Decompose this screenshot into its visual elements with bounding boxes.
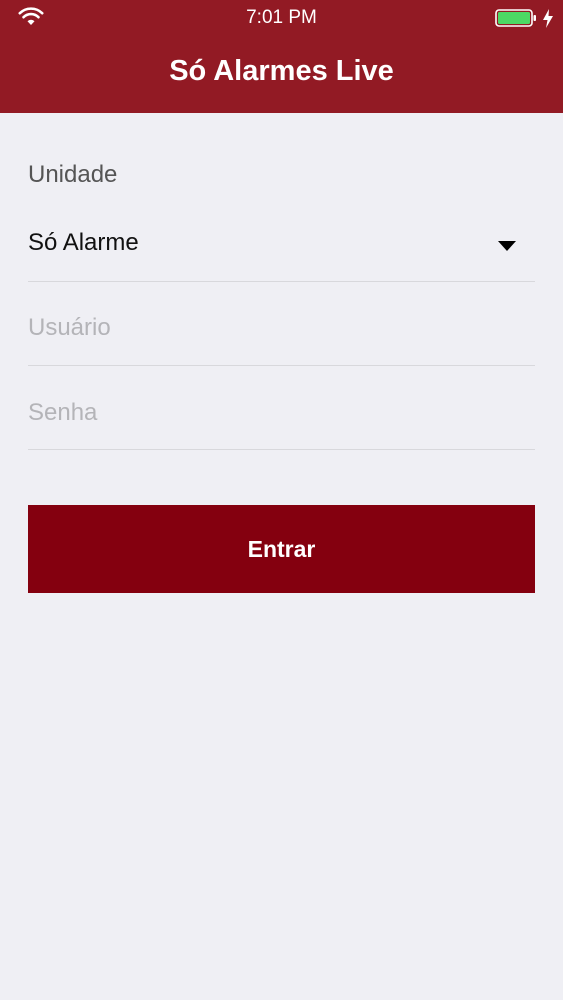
divider bbox=[28, 365, 535, 366]
divider bbox=[28, 449, 535, 450]
unit-select[interactable]: Só Alarme bbox=[28, 209, 535, 281]
divider bbox=[28, 281, 535, 282]
caret-down-icon bbox=[498, 241, 516, 251]
app-header: 7:01 PM Só Alarmes Live bbox=[0, 0, 563, 113]
status-time: 7:01 PM bbox=[246, 7, 317, 28]
username-input[interactable] bbox=[28, 298, 535, 358]
status-bar: 7:01 PM bbox=[0, 0, 563, 38]
password-input[interactable] bbox=[28, 383, 535, 443]
lightning-bolt-icon bbox=[543, 9, 553, 28]
page-title: Só Alarmes Live bbox=[169, 55, 394, 87]
unit-label: Unidade bbox=[28, 161, 118, 188]
battery-icon bbox=[495, 9, 536, 27]
login-button[interactable]: Entrar bbox=[28, 505, 535, 593]
unit-selected-value: Só Alarme bbox=[28, 229, 139, 256]
